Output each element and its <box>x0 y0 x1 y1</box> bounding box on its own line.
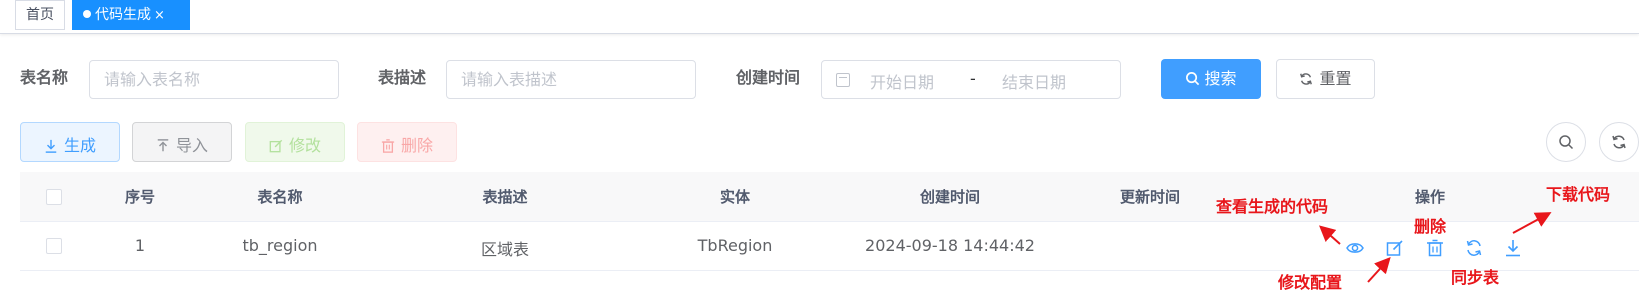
annotation-arrows <box>1319 212 1552 283</box>
annotation-sync-table: 同步表 <box>1451 268 1500 287</box>
annotation-delete: 删除 <box>1414 217 1447 236</box>
annotation-edit-config: 修改配置 <box>1278 273 1343 292</box>
annotation-preview-code: 查看生成的代码 <box>1216 197 1329 216</box>
annotation-download-code: 下载代码 <box>1546 185 1611 204</box>
